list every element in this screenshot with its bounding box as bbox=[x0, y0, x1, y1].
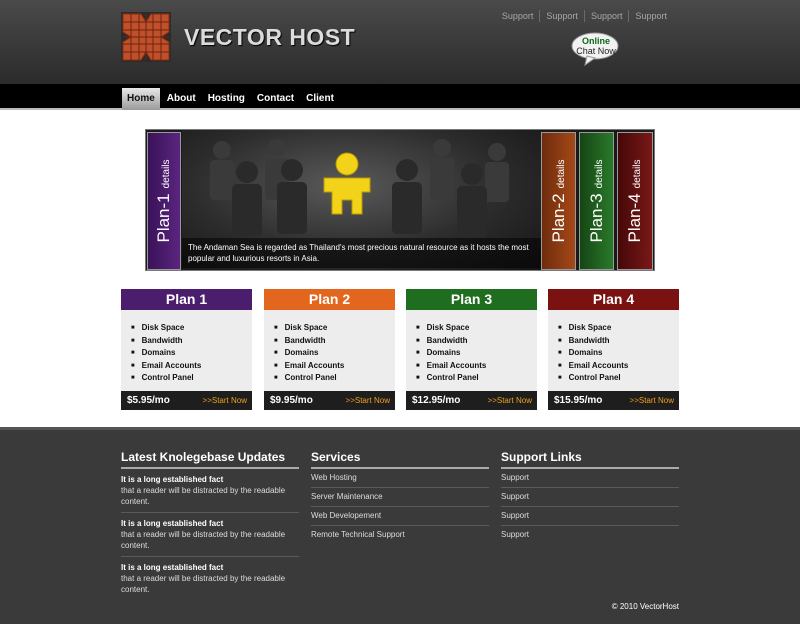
plan-card-1: Plan 1 Disk Space Bandwidth Domains Emai… bbox=[121, 289, 252, 410]
feature-item: Control Panel bbox=[131, 372, 252, 385]
kb-item-text: that a reader will be distracted by the … bbox=[121, 530, 286, 550]
banner-caption: The Andaman Sea is regarded as Thailand'… bbox=[182, 238, 542, 268]
banner-tab-title: Plan-4 bbox=[625, 193, 644, 243]
plan-card-2: Plan 2 Disk Space Bandwidth Domains Emai… bbox=[264, 289, 395, 410]
plan-title: Plan 2 bbox=[264, 289, 395, 310]
banner-tab-sub: details bbox=[161, 159, 172, 189]
feature-item: Control Panel bbox=[416, 372, 537, 385]
services-title: Services bbox=[311, 450, 489, 469]
start-now-link[interactable]: >>Start Now bbox=[630, 396, 674, 405]
logo-icon[interactable] bbox=[121, 12, 171, 62]
top-link-support[interactable]: Support bbox=[628, 10, 673, 22]
banner-slider: Plan-1 details The Andaman Sea is regarde… bbox=[145, 129, 655, 271]
feature-item: Email Accounts bbox=[416, 360, 537, 373]
chat-status: Online bbox=[581, 36, 610, 46]
feature-item: Bandwidth bbox=[131, 335, 252, 348]
kb-item-title[interactable]: It is a long established fact bbox=[121, 474, 299, 485]
plan-card-4: Plan 4 Disk Space Bandwidth Domains Emai… bbox=[548, 289, 679, 410]
plan-price: $5.95/mo bbox=[127, 395, 170, 406]
kb-item[interactable]: It is a long established fact that a rea… bbox=[121, 469, 299, 513]
plan-title: Plan 3 bbox=[406, 289, 537, 310]
feature-item: Email Accounts bbox=[131, 360, 252, 373]
services-column: Services Web Hosting Server Maintenance … bbox=[311, 450, 489, 544]
nav-item-hosting[interactable]: Hosting bbox=[203, 88, 250, 110]
service-link-web-development[interactable]: Web Developement bbox=[311, 507, 489, 526]
plan-price: $9.95/mo bbox=[270, 395, 313, 406]
kb-column: Latest Knolegebase Updates It is a long … bbox=[121, 450, 299, 600]
banner-tab-plan-4[interactable]: Plan-4 details bbox=[617, 132, 653, 270]
nav-item-contact[interactable]: Contact bbox=[252, 88, 299, 110]
support-link[interactable]: Support bbox=[501, 526, 679, 544]
nav-item-home[interactable]: Home bbox=[122, 88, 160, 110]
feature-item: Disk Space bbox=[274, 322, 395, 335]
support-link[interactable]: Support bbox=[501, 507, 679, 526]
support-column: Support Links Support Support Support Su… bbox=[501, 450, 679, 544]
top-links: Support Support Support Support bbox=[496, 10, 673, 22]
feature-item: Control Panel bbox=[274, 372, 395, 385]
feature-item: Domains bbox=[274, 347, 395, 360]
copyright: © 2010 VectorHost bbox=[611, 602, 679, 611]
yellow-person-icon bbox=[323, 152, 371, 215]
support-link[interactable]: Support bbox=[501, 469, 679, 488]
start-now-link[interactable]: >>Start Now bbox=[203, 396, 247, 405]
kb-item-title[interactable]: It is a long established fact bbox=[121, 562, 299, 573]
kb-item-text: that a reader will be distracted by the … bbox=[121, 486, 286, 506]
banner-tab-title: Plan-3 bbox=[586, 193, 606, 243]
banner-tab-sub: details bbox=[555, 159, 567, 189]
chat-label: Chat Now bbox=[576, 46, 616, 56]
banner-tab-plan-3[interactable]: Plan-3 details bbox=[579, 132, 614, 270]
kb-item-text: that a reader will be distracted by the … bbox=[121, 574, 286, 594]
feature-item: Bandwidth bbox=[416, 335, 537, 348]
banner-tab-sub: details bbox=[632, 159, 643, 189]
feature-item: Disk Space bbox=[558, 322, 679, 335]
banner-tab-plan-1[interactable]: Plan-1 details bbox=[147, 132, 181, 270]
plan-features: Disk Space Bandwidth Domains Email Accou… bbox=[406, 310, 537, 385]
plan-card-3: Plan 3 Disk Space Bandwidth Domains Emai… bbox=[406, 289, 537, 410]
banner-tab-plan-2[interactable]: Plan-2 details bbox=[541, 132, 576, 270]
feature-item: Email Accounts bbox=[274, 360, 395, 373]
footer: Latest Knolegebase Updates It is a long … bbox=[0, 427, 800, 624]
plan-features: Disk Space Bandwidth Domains Email Accou… bbox=[121, 310, 252, 385]
nav-item-about[interactable]: About bbox=[162, 88, 201, 110]
kb-item-title[interactable]: It is a long established fact bbox=[121, 518, 299, 529]
feature-item: Bandwidth bbox=[274, 335, 395, 348]
start-now-link[interactable]: >>Start Now bbox=[488, 396, 532, 405]
start-now-link[interactable]: >>Start Now bbox=[346, 396, 390, 405]
brand-name[interactable]: VECTOR HOST bbox=[184, 24, 355, 51]
plan-title: Plan 1 bbox=[121, 289, 252, 310]
nav-item-client[interactable]: Client bbox=[301, 88, 339, 110]
banner-tab-title: Plan-1 bbox=[154, 193, 173, 243]
plan-price: $15.95/mo bbox=[554, 395, 603, 406]
kb-item[interactable]: It is a long established fact that a rea… bbox=[121, 513, 299, 557]
banner-tab-title: Plan-2 bbox=[548, 193, 568, 243]
support-title: Support Links bbox=[501, 450, 679, 469]
banner-tab-sub: details bbox=[593, 159, 605, 189]
header: VECTOR HOST Support Support Support Supp… bbox=[0, 0, 800, 84]
top-link-support[interactable]: Support bbox=[583, 10, 629, 22]
top-link-support[interactable]: Support bbox=[496, 10, 540, 22]
feature-item: Domains bbox=[416, 347, 537, 360]
service-link-server-maintenance[interactable]: Server Maintenance bbox=[311, 488, 489, 507]
feature-item: Email Accounts bbox=[558, 360, 679, 373]
feature-item: Control Panel bbox=[558, 372, 679, 385]
feature-item: Domains bbox=[558, 347, 679, 360]
service-link-remote-support[interactable]: Remote Technical Support bbox=[311, 526, 489, 544]
plan-features: Disk Space Bandwidth Domains Email Accou… bbox=[264, 310, 395, 385]
chat-now-button[interactable]: Online Chat Now bbox=[573, 36, 619, 56]
kb-item[interactable]: It is a long established fact that a rea… bbox=[121, 557, 299, 600]
service-link-web-hosting[interactable]: Web Hosting bbox=[311, 469, 489, 488]
support-link[interactable]: Support bbox=[501, 488, 679, 507]
main-nav: Home About Hosting Contact Client bbox=[0, 84, 800, 110]
plan-price: $12.95/mo bbox=[412, 395, 461, 406]
plan-features: Disk Space Bandwidth Domains Email Accou… bbox=[548, 310, 679, 385]
feature-item: Domains bbox=[131, 347, 252, 360]
feature-item: Bandwidth bbox=[558, 335, 679, 348]
feature-item: Disk Space bbox=[131, 322, 252, 335]
plan-title: Plan 4 bbox=[548, 289, 679, 310]
feature-item: Disk Space bbox=[416, 322, 537, 335]
top-link-support[interactable]: Support bbox=[539, 10, 584, 22]
kb-title: Latest Knolegebase Updates bbox=[121, 450, 299, 469]
